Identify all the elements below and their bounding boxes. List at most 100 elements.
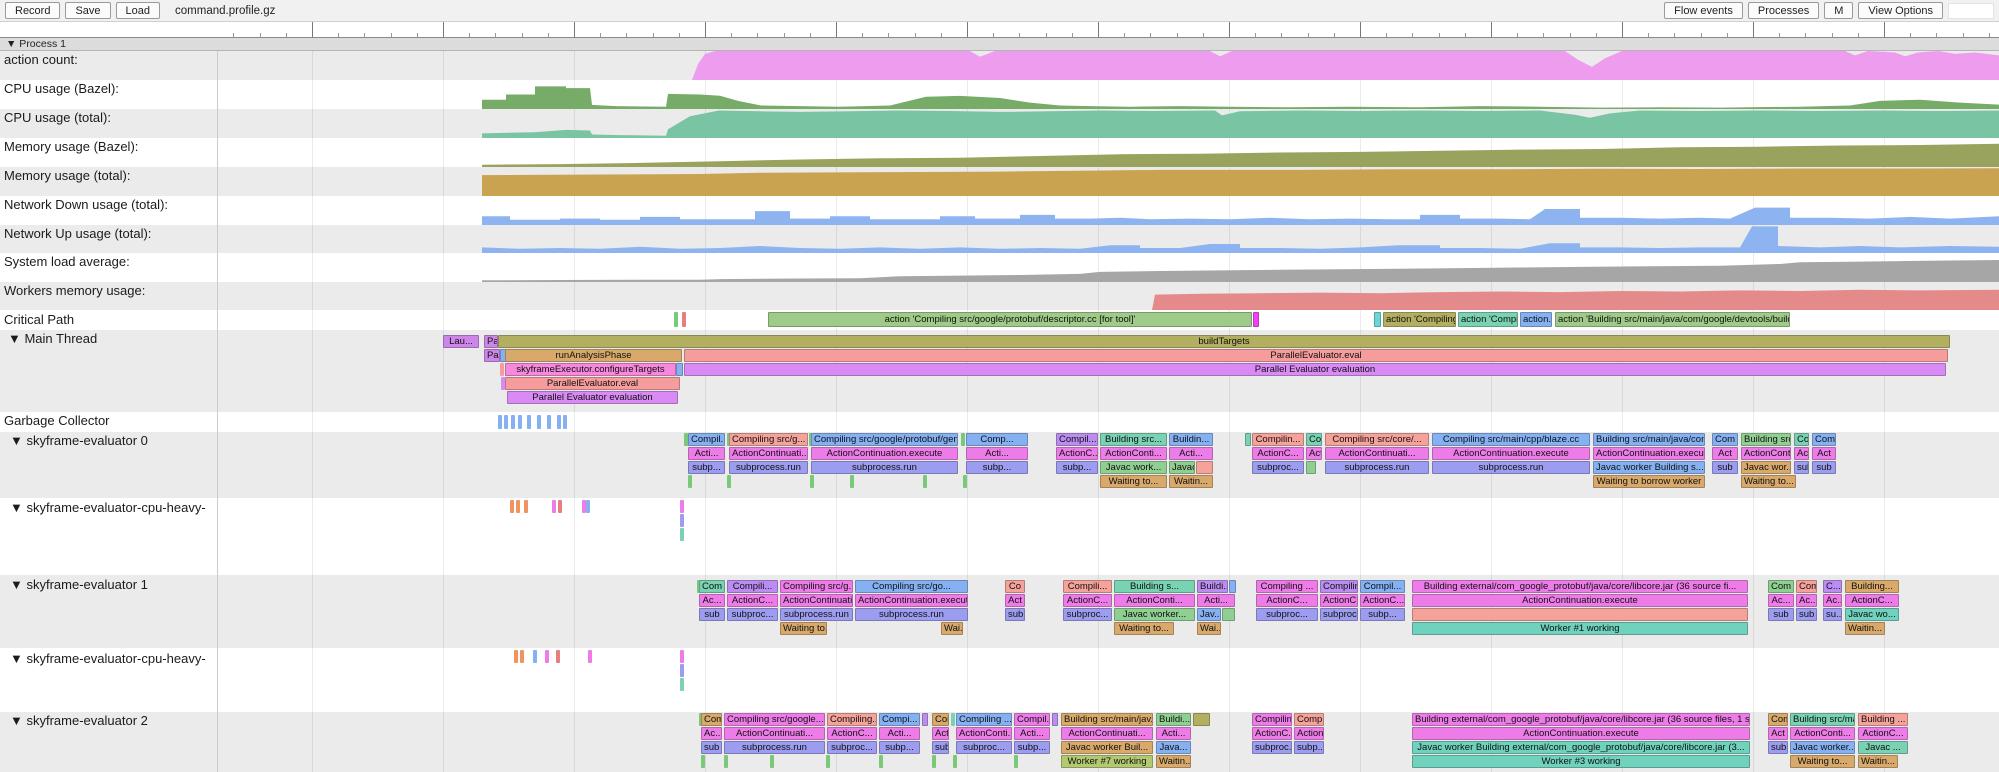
trace-bar[interactable]	[511, 415, 515, 429]
trace-bar[interactable]: ActionConti...	[956, 727, 1012, 740]
trace-bar[interactable]	[1229, 580, 1236, 593]
trace-bar[interactable]: Ac...	[1823, 594, 1842, 607]
trace-bar[interactable]	[516, 500, 520, 513]
trace-bar[interactable]: ActionConti...	[1741, 447, 1791, 460]
trace-bar[interactable]	[547, 415, 551, 429]
trace-bar[interactable]: Compiling src/g...	[780, 580, 853, 593]
trace-bar[interactable]: Act	[1812, 447, 1836, 460]
trace-bar[interactable]: Javac wor...	[1741, 461, 1791, 474]
trace-bar[interactable]: Compil...	[688, 433, 725, 446]
counter-chart-system-load-average[interactable]	[0, 253, 1999, 282]
trace-bar[interactable]	[1014, 755, 1018, 768]
trace-bar[interactable]: subp...	[1014, 741, 1050, 754]
trace-bar[interactable]: Act	[1712, 447, 1738, 460]
trace-bar[interactable]: Javac worker...	[1790, 741, 1855, 754]
trace-bar[interactable]	[524, 500, 528, 513]
trace-bar[interactable]: Acti...	[1169, 447, 1213, 460]
trace-bar[interactable]: subproc...	[1320, 608, 1358, 621]
trace-bar[interactable]: ActionContinuation.execute	[811, 447, 958, 460]
trace-bar[interactable]: Javac ...	[1858, 741, 1908, 754]
trace-bar[interactable]: sub	[1794, 461, 1809, 474]
trace-bar[interactable]: ActionC...	[827, 727, 877, 740]
trace-bar[interactable]: Building src/ma...	[1790, 713, 1855, 726]
trace-bar[interactable]: Acti...	[688, 447, 725, 460]
trace-bar[interactable]: ActionContinuation.execute	[1412, 727, 1750, 740]
trace-bar[interactable]: runAnalysisPhase	[505, 349, 682, 362]
trace-bar[interactable]: Parallel Evaluator evaluation	[507, 391, 678, 404]
trace-bar[interactable]	[688, 475, 692, 488]
trace-bar[interactable]: Co	[1306, 433, 1322, 446]
trace-bar[interactable]: Compiling src/google...	[724, 713, 825, 726]
trace-bar[interactable]: ActionConti...	[1100, 447, 1167, 460]
trace-bar[interactable]: subp...	[688, 461, 725, 474]
trace-bar[interactable]: Par	[484, 335, 498, 348]
trace-bar[interactable]: Lau...	[443, 335, 479, 348]
trace-bar[interactable]	[680, 500, 684, 513]
trace-bar[interactable]: subprocess.run	[780, 608, 853, 621]
load-button[interactable]: Load	[116, 2, 160, 19]
trace-bar[interactable]: Com	[701, 713, 722, 726]
trace-bar[interactable]: Co	[1794, 433, 1809, 446]
counter-chart-cpu-usage-bazel[interactable]	[0, 80, 1999, 109]
trace-bar[interactable]: action 'Compili...	[1458, 312, 1518, 327]
record-button[interactable]: Record	[5, 2, 60, 19]
trace-bar[interactable]	[556, 650, 560, 663]
trace-bar[interactable]: Compilin...	[1252, 433, 1304, 446]
trace-bar[interactable]	[680, 650, 684, 663]
trace-bar[interactable]: Building s...	[1114, 580, 1195, 593]
trace-bar[interactable]: subp...	[1294, 741, 1324, 754]
trace-bar[interactable]	[1253, 312, 1259, 327]
trace-bar[interactable]	[879, 755, 883, 768]
trace-bar[interactable]	[953, 755, 957, 768]
trace-bar[interactable]	[1245, 433, 1251, 446]
trace-bar[interactable]	[514, 650, 518, 663]
trace-bar[interactable]: Com	[1768, 580, 1794, 593]
trace-bar[interactable]: subproc...	[956, 741, 1012, 754]
trace-bar[interactable]: Java...	[1156, 741, 1191, 754]
trace-bar[interactable]	[826, 755, 830, 768]
trace-bar[interactable]	[1196, 461, 1213, 474]
trace-bar[interactable]	[951, 713, 955, 726]
trace-bar[interactable]: ActionConti...	[1790, 727, 1855, 740]
trace-bar[interactable]: Waitin...	[1169, 475, 1213, 488]
trace-bar[interactable]	[558, 500, 562, 513]
trace-bar[interactable]	[518, 415, 522, 429]
trace-bar[interactable]: Acti...	[1014, 727, 1050, 740]
trace-bar[interactable]	[701, 755, 705, 768]
trace-bar[interactable]	[1222, 608, 1235, 621]
trace-bar[interactable]: Comp...	[1294, 713, 1324, 726]
trace-bar[interactable]: Waiting to...	[1100, 475, 1167, 488]
trace-bar[interactable]: subprocess.run	[729, 461, 808, 474]
trace-bar[interactable]: ActionC...	[1056, 447, 1098, 460]
trace-bar[interactable]: Act	[1306, 447, 1322, 460]
trace-bar[interactable]: Ac...	[701, 727, 722, 740]
trace-bar[interactable]: action...	[1520, 312, 1552, 327]
trace-bar[interactable]: ParallelEvaluator.eval	[684, 349, 1948, 362]
trace-bar[interactable]: Com	[932, 713, 949, 726]
track-group-label[interactable]: ▼ skyframe-evaluator 2	[10, 713, 148, 728]
trace-bar[interactable]	[1306, 461, 1316, 474]
metrics-button[interactable]: M	[1824, 2, 1853, 19]
trace-bar[interactable]: ActionContinuati...	[729, 447, 808, 460]
trace-bar[interactable]: Worker #3 working	[1412, 755, 1750, 768]
trace-bar[interactable]: su...	[1823, 608, 1842, 621]
save-button[interactable]: Save	[65, 2, 110, 19]
trace-bar[interactable]: action 'Compiling...	[1383, 312, 1456, 327]
trace-bar[interactable]: Compil...	[1360, 580, 1405, 593]
trace-bar[interactable]: Ac...	[1796, 594, 1817, 607]
trace-bar[interactable]: Wai...	[941, 622, 963, 635]
trace-bar[interactable]: Act	[932, 727, 949, 740]
trace-bar[interactable]: Building src/main/jav...	[1061, 713, 1153, 726]
trace-bar[interactable]: ActionC...	[1320, 594, 1358, 607]
trace-bar[interactable]: Parallel Evaluator evaluation	[684, 363, 1946, 376]
timeline-canvas[interactable]: -5 s0 s5 s10 s15 s20 s25 s30 s35 s40 s45…	[0, 0, 1999, 772]
trace-bar[interactable]: Compiling...	[1252, 713, 1292, 726]
trace-bar[interactable]	[1374, 312, 1381, 327]
process-header[interactable]: ▼ Process 1	[0, 38, 1999, 51]
trace-bar[interactable]: Buildi...	[1197, 580, 1228, 593]
trace-bar[interactable]: Javac worker Building external/com_googl…	[1412, 741, 1750, 754]
trace-bar[interactable]: Acti...	[966, 447, 1028, 460]
trace-bar[interactable]: subproc...	[827, 741, 877, 754]
trace-bar[interactable]: sub	[1812, 461, 1836, 474]
trace-bar[interactable]	[545, 650, 549, 663]
